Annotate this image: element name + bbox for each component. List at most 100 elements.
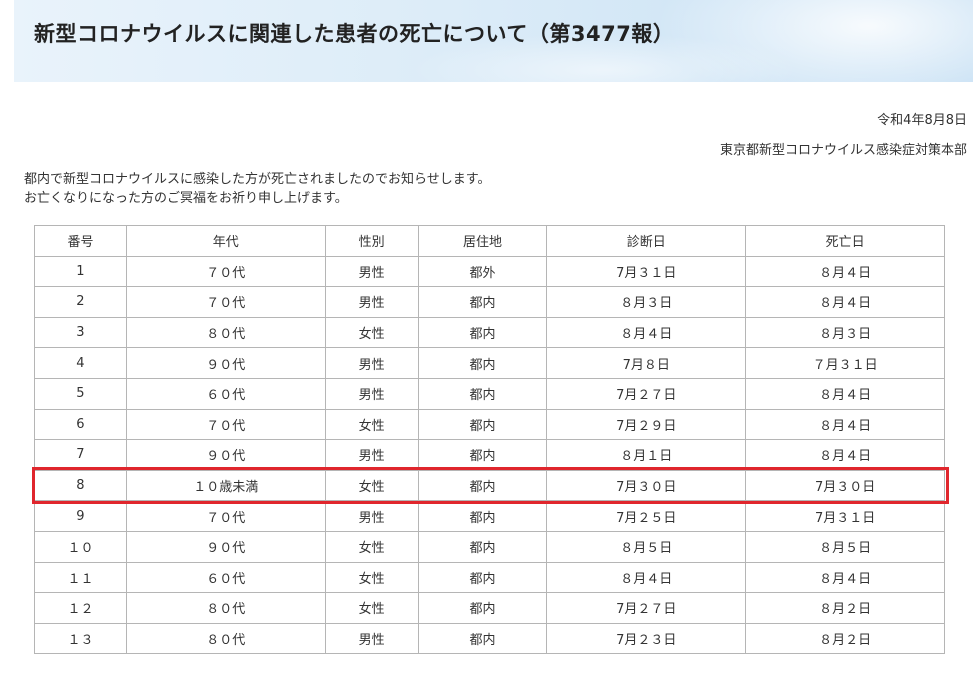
cell-residence: 都外 [417, 255, 548, 288]
cell-death-date: ８月２日 [745, 622, 945, 655]
header-residence: 居住地 [417, 225, 548, 257]
table-row: 2 ７０代 男性 都内 ８月３日 ８月４日 [34, 286, 945, 318]
cell-residence: 都内 [417, 530, 548, 563]
cell-number: 5 [34, 377, 127, 410]
cell-age: ９０代 [125, 439, 326, 471]
cell-death-date: ８月４日 [745, 561, 945, 594]
cell-diagnosis-date: 7月２９日 [546, 408, 747, 441]
header-sex: 性別 [324, 225, 419, 257]
table-row: 1 ７０代 男性 都外 7月３１日 ８月４日 [34, 255, 945, 288]
cell-death-date: ８月４日 [745, 439, 945, 471]
cell-sex: 女性 [324, 561, 419, 594]
cell-sex: 男性 [324, 622, 419, 655]
cell-number: 6 [34, 408, 127, 441]
title-banner: 新型コロナウイルスに関連した患者の死亡について（第3477報） [14, 0, 973, 82]
cell-diagnosis-date: ８月３日 [546, 286, 747, 318]
cell-age: ９０代 [125, 347, 326, 379]
table-row: １２ ８０代 女性 都内 7月２７日 ８月２日 [34, 592, 945, 624]
cell-sex: 女性 [324, 469, 419, 502]
cell-age: ６０代 [125, 561, 326, 594]
cell-sex: 男性 [324, 286, 419, 318]
cell-age: ９０代 [125, 530, 326, 563]
cell-death-date: ８月４日 [745, 377, 945, 410]
table-row: 3 ８０代 女性 都内 ８月４日 ８月３日 [34, 316, 945, 349]
cell-number: 2 [34, 286, 127, 318]
cell-death-date: 7月３１日 [745, 500, 945, 532]
cell-residence: 都内 [417, 347, 548, 379]
cell-sex: 女性 [324, 530, 419, 563]
table-row: 4 ９０代 男性 都内 7月８日 ７月３１日 [34, 347, 945, 379]
cell-age: ８０代 [125, 592, 326, 624]
cell-number: １３ [34, 622, 127, 655]
intro-line-2: お亡くなりになった方のご冥福をお祈り申し上げます。 [24, 191, 348, 206]
cell-diagnosis-date: 7月２７日 [546, 377, 747, 410]
cell-diagnosis-date: 7月３０日 [546, 469, 747, 502]
table-row: 6 ７０代 女性 都内 7月２９日 ８月４日 [34, 408, 945, 441]
cell-death-date: ８月４日 [745, 255, 945, 288]
cell-sex: 男性 [324, 255, 419, 288]
table-row: １１ ６０代 女性 都内 ８月４日 ８月４日 [34, 561, 945, 594]
cell-death-date: ８月２日 [745, 592, 945, 624]
cell-sex: 男性 [324, 500, 419, 532]
cell-age: ７０代 [125, 500, 326, 532]
cell-sex: 女性 [324, 408, 419, 441]
cell-diagnosis-date: 7月８日 [546, 347, 747, 379]
intro-line-1: 都内で新型コロナウイルスに感染した方が死亡されましたのでお知らせします。 [24, 172, 491, 187]
cell-number: 8 [34, 469, 127, 502]
cell-residence: 都内 [417, 377, 548, 410]
cell-diagnosis-date: ８月４日 [546, 316, 747, 349]
cell-sex: 女性 [324, 316, 419, 349]
cell-residence: 都内 [417, 500, 548, 532]
cell-sex: 男性 [324, 377, 419, 410]
cell-age: １０歳未満 [125, 469, 326, 502]
cell-death-date: ８月４日 [745, 286, 945, 318]
cell-sex: 男性 [324, 439, 419, 471]
cell-death-date: ８月３日 [745, 316, 945, 349]
page-title: 新型コロナウイルスに関連した患者の死亡について（第3477報） [34, 22, 675, 46]
cell-diagnosis-date: ８月１日 [546, 439, 747, 471]
cell-age: ８０代 [125, 316, 326, 349]
cell-residence: 都内 [417, 561, 548, 594]
cell-age: ７０代 [125, 408, 326, 441]
cell-number: 1 [34, 255, 127, 288]
table-row: １０ ９０代 女性 都内 ８月５日 ８月５日 [34, 530, 945, 563]
cell-death-date: 7月３０日 [745, 469, 945, 502]
cell-diagnosis-date: 7月２５日 [546, 500, 747, 532]
cell-number: １０ [34, 530, 127, 563]
cell-residence: 都内 [417, 408, 548, 441]
header-diagnosis-date: 診断日 [546, 225, 747, 257]
cell-sex: 男性 [324, 347, 419, 379]
cell-residence: 都内 [417, 469, 548, 502]
table-row: 5 ６０代 男性 都内 7月２７日 ８月４日 [34, 377, 945, 410]
cell-death-date: ８月４日 [745, 408, 945, 441]
cell-sex: 女性 [324, 592, 419, 624]
cell-age: ８０代 [125, 622, 326, 655]
cell-residence: 都内 [417, 316, 548, 349]
header-death-date: 死亡日 [745, 225, 945, 257]
cases-table: 番号 年代 性別 居住地 診断日 死亡日 1 ７０代 男性 都外 7月３１日 ８月４日 2… [34, 225, 945, 655]
intro-text: 都内で新型コロナウイルスに感染した方が死亡されましたのでお知らせします。 お亡く… [24, 170, 490, 208]
cell-diagnosis-date: ８月４日 [546, 561, 747, 594]
cell-number: １２ [34, 592, 127, 624]
cell-residence: 都内 [417, 439, 548, 471]
cell-residence: 都内 [417, 592, 548, 624]
table-header-row: 番号 年代 性別 居住地 診断日 死亡日 [34, 225, 945, 257]
cell-age: ７０代 [125, 255, 326, 288]
cell-diagnosis-date: ８月５日 [546, 530, 747, 563]
cell-number: 9 [34, 500, 127, 532]
table-row: 9 ７０代 男性 都内 7月２５日 7月３１日 [34, 500, 945, 532]
cell-number: 4 [34, 347, 127, 379]
cell-diagnosis-date: 7月３１日 [546, 255, 747, 288]
cell-age: ７０代 [125, 286, 326, 318]
cell-number: 7 [34, 439, 127, 471]
release-date: 令和4年8月8日 [877, 113, 967, 128]
table-row: 7 ９０代 男性 都内 ８月１日 ８月４日 [34, 439, 945, 471]
header-age: 年代 [125, 225, 326, 257]
cell-death-date: ８月５日 [745, 530, 945, 563]
table-row-highlighted: 8 １０歳未満 女性 都内 7月３０日 7月３０日 [34, 469, 945, 502]
table-row: １３ ８０代 男性 都内 7月２３日 ８月２日 [34, 622, 945, 655]
cell-diagnosis-date: 7月２３日 [546, 622, 747, 655]
cell-age: ６０代 [125, 377, 326, 410]
cell-number: 3 [34, 316, 127, 349]
cell-number: １１ [34, 561, 127, 594]
